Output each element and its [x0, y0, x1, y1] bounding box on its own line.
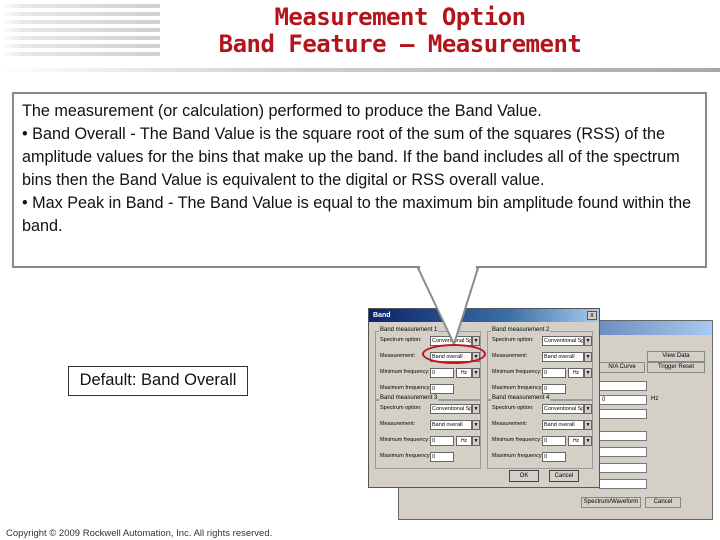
min-frequency-unit[interactable]: Hz [456, 436, 472, 446]
copyright-text: Copyright © 2009 Rockwell Automation, In… [6, 528, 273, 539]
max-frequency-input[interactable]: 0 [542, 384, 566, 394]
close-icon[interactable]: x [587, 311, 597, 320]
bg-field-1[interactable] [599, 381, 647, 391]
min-frequency-label: Minimum frequency: [380, 437, 430, 443]
bg-field-2[interactable]: 0 [599, 395, 647, 405]
chevron-down-icon[interactable]: ▼ [584, 420, 592, 430]
bg-field-7[interactable] [599, 479, 647, 489]
chevron-down-icon[interactable]: ▼ [584, 352, 592, 362]
max-frequency-label: Maximum frequency: [380, 385, 432, 391]
group-title: Band measurement 4 [491, 395, 551, 401]
bg-field-4[interactable] [599, 431, 647, 441]
bg-field-6[interactable] [599, 463, 647, 473]
title-line-1: Measurement Option [274, 3, 526, 31]
min-frequency-input[interactable]: 0 [430, 368, 454, 378]
group-title: Band measurement 2 [491, 327, 551, 333]
measurement-select[interactable]: Band overall [542, 352, 584, 362]
cancel-button[interactable]: Cancel [549, 470, 579, 482]
bg-unit-hz: Hz [651, 396, 659, 402]
measurement-select[interactable]: Band overall [430, 420, 472, 430]
band-dialog-titlebar: Band [369, 309, 599, 322]
nfa-curve-button[interactable]: N/A Curve [599, 362, 645, 373]
spectrum-waveform-button[interactable]: Spectrum/Waveform [581, 497, 641, 508]
min-frequency-label: Minimum frequency: [380, 369, 430, 375]
chevron-down-icon[interactable]: ▼ [584, 436, 592, 446]
max-frequency-label: Maximum frequency: [380, 453, 432, 459]
chevron-down-icon[interactable]: ▼ [584, 336, 592, 346]
slide-title: Measurement Option Band Feature – Measur… [150, 4, 650, 58]
view-data-button[interactable]: View Data [647, 351, 705, 362]
spectrum-option-label: Spectrum option: [492, 405, 534, 411]
min-frequency-label: Minimum frequency: [492, 369, 542, 375]
max-frequency-input[interactable]: 0 [430, 384, 454, 394]
chevron-down-icon[interactable]: ▼ [472, 336, 480, 346]
max-frequency-input[interactable]: 0 [430, 452, 454, 462]
trigger-reset-button[interactable]: Trigger Reset [647, 362, 705, 373]
chevron-down-icon[interactable]: ▼ [472, 404, 480, 414]
band-measurement-3-group: Band measurement 3 Spectrum option: Conv… [375, 395, 481, 469]
min-frequency-label: Minimum frequency: [492, 437, 542, 443]
measurement-highlight-circle [422, 344, 486, 364]
max-frequency-input[interactable]: 0 [542, 452, 566, 462]
bg-field-3[interactable] [599, 409, 647, 419]
spectrum-option-select[interactable]: Conventional Spectr [542, 336, 584, 346]
measurement-label: Measurement: [492, 353, 528, 359]
spectrum-option-select[interactable]: Conventional Spectr [542, 404, 584, 414]
bg-cancel-button[interactable]: Cancel [645, 497, 681, 508]
callout-bullet-band-overall: • Band Overall - The Band Value is the s… [22, 125, 680, 189]
min-frequency-unit[interactable]: Hz [456, 368, 472, 378]
group-title: Band measurement 3 [379, 395, 439, 401]
band-measurement-2-group: Band measurement 2 Spectrum option: Conv… [487, 327, 593, 401]
band-measurement-4-group: Band measurement 4 Spectrum option: Conv… [487, 395, 593, 469]
measurement-select[interactable]: Band overall [542, 420, 584, 430]
min-frequency-input[interactable]: 0 [430, 436, 454, 446]
chevron-down-icon[interactable]: ▼ [584, 368, 592, 378]
max-frequency-label: Maximum frequency: [492, 453, 544, 459]
min-frequency-input[interactable]: 0 [542, 436, 566, 446]
ok-button[interactable]: OK [509, 470, 539, 482]
header-stripes [0, 0, 160, 70]
min-frequency-unit[interactable]: Hz [568, 368, 584, 378]
spectrum-option-label: Spectrum option: [380, 405, 422, 411]
measurement-label: Measurement: [380, 421, 416, 427]
spectrum-option-select[interactable]: Conventional Spectr [430, 404, 472, 414]
spectrum-option-label: Spectrum option: [380, 337, 422, 343]
callout-intro: The measurement (or calculation) perform… [22, 102, 542, 120]
max-frequency-label: Maximum frequency: [492, 385, 544, 391]
chevron-down-icon[interactable]: ▼ [472, 436, 480, 446]
band-dialog: Band x Band measurement 1 Spectrum optio… [368, 308, 600, 488]
title-line-2: Band Feature – Measurement [218, 30, 582, 58]
callout-bullet-max-peak: • Max Peak in Band - The Band Value is e… [22, 194, 692, 235]
measurement-label: Measurement: [492, 421, 528, 427]
min-frequency-input[interactable]: 0 [542, 368, 566, 378]
bg-field-5[interactable] [599, 447, 647, 457]
min-frequency-unit[interactable]: Hz [568, 436, 584, 446]
chevron-down-icon[interactable]: ▼ [584, 404, 592, 414]
spectrum-option-label: Spectrum option: [492, 337, 534, 343]
chevron-down-icon[interactable]: ▼ [472, 368, 480, 378]
measurement-label: Measurement: [380, 353, 416, 359]
band-measurement-1-group: Band measurement 1 Spectrum option: Conv… [375, 327, 481, 401]
callout-box: The measurement (or calculation) perform… [12, 92, 707, 268]
chevron-down-icon[interactable]: ▼ [472, 420, 480, 430]
group-title: Band measurement 1 [379, 327, 439, 333]
default-label: Default: Band Overall [68, 366, 248, 396]
header-rule [0, 68, 720, 72]
